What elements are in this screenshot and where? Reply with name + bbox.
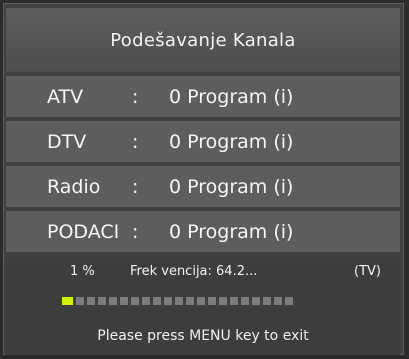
progress-segment-empty: [164, 297, 172, 305]
scan-progress-bar: [62, 297, 293, 305]
channel-label: Radio: [47, 175, 101, 198]
progress-segment-empty: [197, 297, 205, 305]
screen: Podešavanje Kanala ATV : 0 Program (i) D…: [0, 0, 409, 359]
channel-label: ATV: [47, 85, 84, 108]
progress-segment-empty: [142, 297, 150, 305]
progress-segment-empty: [87, 297, 95, 305]
channel-row-radio: Radio : 0 Program (i): [6, 166, 400, 207]
progress-segment-empty: [219, 297, 227, 305]
separator: :: [132, 130, 139, 153]
scan-mode: (TV): [354, 264, 381, 279]
channel-label: DTV: [47, 130, 87, 153]
progress-segment-empty: [131, 297, 139, 305]
progress-segment-empty: [98, 297, 106, 305]
progress-segment-empty: [285, 297, 293, 305]
scan-status-line: 1 % Frek vencija: 64.2... (TV): [6, 264, 400, 284]
progress-segment-empty: [109, 297, 117, 305]
scan-progress-area: 1 % Frek vencija: 64.2... (TV) Please pr…: [6, 257, 400, 355]
exit-hint: Please press MENU key to exit: [97, 328, 309, 344]
scan-percent: 1 %: [70, 264, 95, 279]
channel-row-podaci: PODACI : 0 Program (i): [6, 211, 400, 252]
channel-count: 0 Program (i): [169, 220, 294, 243]
dialog-title-bar: Podešavanje Kanala: [6, 8, 400, 72]
progress-segment-empty: [186, 297, 194, 305]
channel-row-atv: ATV : 0 Program (i): [6, 76, 400, 117]
progress-segment-empty: [208, 297, 216, 305]
progress-segment-empty: [230, 297, 238, 305]
channel-count: 0 Program (i): [169, 130, 294, 153]
progress-segment-empty: [252, 297, 260, 305]
progress-segment-empty: [153, 297, 161, 305]
channel-row-dtv: DTV : 0 Program (i): [6, 121, 400, 162]
channel-label: PODACI: [47, 220, 120, 243]
dialog-title: Podešavanje Kanala: [110, 29, 296, 51]
progress-segment-empty: [241, 297, 249, 305]
progress-segment-empty: [274, 297, 282, 305]
progress-segment-empty: [263, 297, 271, 305]
channel-count: 0 Program (i): [169, 85, 294, 108]
channel-count-list: ATV : 0 Program (i) DTV : 0 Program (i) …: [6, 76, 400, 256]
scan-frequency: Frek vencija: 64.2...: [130, 264, 258, 279]
progress-segment-empty: [76, 297, 84, 305]
progress-segment-empty: [175, 297, 183, 305]
separator: :: [132, 220, 139, 243]
separator: :: [132, 85, 139, 108]
progress-segment-filled: [62, 297, 73, 305]
progress-segment-empty: [120, 297, 128, 305]
channel-count: 0 Program (i): [169, 175, 294, 198]
separator: :: [132, 175, 139, 198]
